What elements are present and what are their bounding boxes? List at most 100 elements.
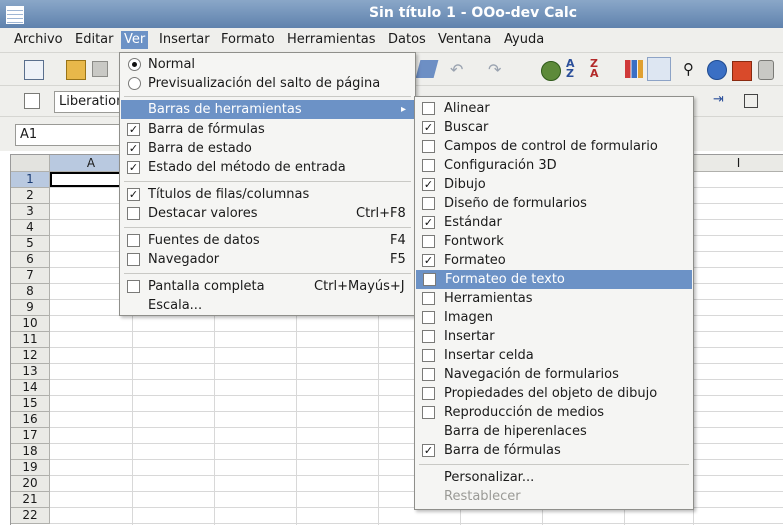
indent-icon[interactable]: ⇥ — [713, 93, 731, 111]
row-header[interactable]: 22 — [11, 508, 50, 524]
view-menu-item-input-method[interactable]: ✓ Estado del método de entrada — [120, 158, 415, 177]
menu-insertar[interactable]: Insertar — [156, 31, 213, 49]
row-header[interactable]: 2 — [11, 188, 50, 204]
submenu-item-label: Restablecer — [444, 489, 521, 504]
row-header[interactable]: 21 — [11, 492, 50, 508]
menu-herramientas[interactable]: Herramientas — [284, 31, 379, 49]
row-header[interactable]: 3 — [11, 204, 50, 220]
row-header[interactable]: 18 — [11, 444, 50, 460]
show-draw-functions-icon[interactable] — [647, 57, 671, 81]
view-menu-item-value-highlighting[interactable]: Destacar valores Ctrl+F8 — [120, 204, 415, 223]
data-sources-icon[interactable] — [758, 60, 774, 80]
paint-format-icon[interactable] — [415, 60, 439, 78]
checkbox-icon — [422, 235, 435, 248]
toolbars-submenu-item[interactable]: Configuración 3D — [415, 156, 693, 175]
row-header[interactable]: 6 — [11, 252, 50, 268]
toolbars-submenu-item[interactable]: Diseño de formularios — [415, 194, 693, 213]
find-icon[interactable]: ⚲ — [683, 61, 701, 79]
view-menu-item-toolbars[interactable]: Barras de herramientas ▸ — [121, 100, 414, 119]
row-header[interactable]: 5 — [11, 236, 50, 252]
menu-formato[interactable]: Formato — [218, 31, 278, 49]
toolbars-submenu-item[interactable]: Propiedades del objeto de dibujo — [415, 384, 693, 403]
menu-ver[interactable]: Ver — [121, 31, 149, 49]
navigator-icon[interactable] — [541, 61, 561, 81]
row-header[interactable]: 1 — [11, 172, 50, 188]
menu-datos[interactable]: Datos — [385, 31, 429, 49]
submenu-item-label: Buscar — [444, 120, 489, 135]
row-header[interactable]: 8 — [11, 284, 50, 300]
toolbars-submenu-item[interactable]: ✓ Buscar — [415, 118, 693, 137]
toolbars-submenu-item[interactable]: Fontwork — [415, 232, 693, 251]
toolbars-submenu-item[interactable]: ✓ Barra de fórmulas — [415, 441, 693, 460]
view-menu-separator — [124, 273, 411, 274]
row-header[interactable]: 17 — [11, 428, 50, 444]
new-document-icon[interactable] — [24, 60, 44, 80]
title-bar[interactable]: Sin título 1 - OOo-dev Calc — [0, 0, 783, 28]
view-menu-item-fullscreen[interactable]: Pantalla completa Ctrl+Mayús+J — [120, 277, 415, 296]
toolbars-submenu-item[interactable]: Reproducción de medios — [415, 403, 693, 422]
undo-icon[interactable]: ↶ — [450, 62, 468, 81]
view-menu-item-formula-bar[interactable]: ✓ Barra de fórmulas — [120, 120, 415, 139]
row-header[interactable]: 10 — [11, 316, 50, 332]
row-header[interactable]: 7 — [11, 268, 50, 284]
select-all-corner[interactable] — [11, 155, 50, 172]
check-icon: ✓ — [422, 254, 435, 267]
menu-editar[interactable]: Editar — [72, 31, 117, 49]
toolbars-submenu-item[interactable]: Herramientas — [415, 289, 693, 308]
toolbars-submenu-item[interactable]: Formateo de texto — [416, 270, 692, 289]
submenu-item-label: Barra de fórmulas — [444, 443, 561, 458]
sort-ascending-icon[interactable]: AZ — [566, 58, 584, 79]
save-icon[interactable] — [92, 61, 108, 77]
row-header[interactable]: 13 — [11, 364, 50, 380]
open-folder-icon[interactable] — [66, 60, 86, 80]
submenu-item-label: Reproducción de medios — [444, 405, 605, 420]
toolbars-submenu-item[interactable]: Barra de hiperenlaces — [415, 422, 693, 441]
chart-icon[interactable] — [625, 60, 643, 78]
toolbars-submenu-item[interactable]: ✓ Dibujo — [415, 175, 693, 194]
row-header[interactable]: 20 — [11, 476, 50, 492]
column-header-i[interactable]: I — [693, 155, 783, 172]
hyperlink-icon[interactable] — [707, 60, 727, 80]
toolbars-submenu-item[interactable]: Imagen — [415, 308, 693, 327]
toolbars-submenu-item[interactable]: Alinear — [415, 99, 693, 118]
menu-ayuda[interactable]: Ayuda — [501, 31, 547, 49]
row-header[interactable]: 11 — [11, 332, 50, 348]
row-header[interactable]: 14 — [11, 380, 50, 396]
submenu-item-label: Configuración 3D — [444, 158, 557, 173]
view-menu-item-data-sources[interactable]: Fuentes de datos F4 — [120, 231, 415, 250]
borders-icon[interactable] — [744, 94, 758, 108]
toolbars-submenu-item[interactable]: Insertar celda — [415, 346, 693, 365]
checkbox-icon — [422, 349, 435, 362]
view-menu-item-headers[interactable]: ✓ Títulos de filas/columnas — [120, 185, 415, 204]
styles-icon[interactable] — [24, 93, 40, 109]
redo-icon[interactable]: ↷ — [488, 62, 506, 81]
row-header[interactable]: 9 — [11, 300, 50, 316]
name-box[interactable]: A1 — [15, 124, 129, 146]
view-menu-item-status-bar[interactable]: ✓ Barra de estado — [120, 139, 415, 158]
window-title: Sin título 1 - OOo-dev Calc — [368, 5, 577, 21]
toolbars-submenu-item[interactable]: Insertar — [415, 327, 693, 346]
view-menu-item-normal[interactable]: Normal — [120, 55, 415, 74]
checkbox-icon — [422, 102, 435, 115]
toolbars-submenu-item[interactable]: Navegación de formularios — [415, 365, 693, 384]
view-menu-item-zoom[interactable]: Escala... — [120, 296, 415, 315]
toolbars-submenu-item[interactable]: Personalizar... — [415, 468, 693, 487]
view-menu-item-page-break[interactable]: Previsualización del salto de página — [120, 74, 415, 93]
submenu-item-label: Barra de hiperenlaces — [444, 424, 587, 439]
toolbars-submenu-item[interactable]: ✓ Formateo — [415, 251, 693, 270]
row-header[interactable]: 4 — [11, 220, 50, 236]
toolbars-submenu-item[interactable]: ✓ Estándar — [415, 213, 693, 232]
toolbars-submenu-item[interactable]: Restablecer — [415, 487, 693, 506]
row-header[interactable]: 16 — [11, 412, 50, 428]
row-header[interactable]: 15 — [11, 396, 50, 412]
menu-ventana[interactable]: Ventana — [435, 31, 494, 49]
sort-descending-icon[interactable]: ZA — [590, 58, 608, 79]
toolbars-submenu-item[interactable]: Campos de control de formulario — [415, 137, 693, 156]
menu-archivo[interactable]: Archivo — [11, 31, 66, 49]
row-header[interactable]: 19 — [11, 460, 50, 476]
row-header[interactable]: 12 — [11, 348, 50, 364]
submenu-item-label: Fontwork — [444, 234, 504, 249]
gallery-icon[interactable] — [732, 61, 752, 81]
calc-app-icon — [6, 6, 24, 24]
view-menu-item-navigator[interactable]: Navegador F5 — [120, 250, 415, 269]
